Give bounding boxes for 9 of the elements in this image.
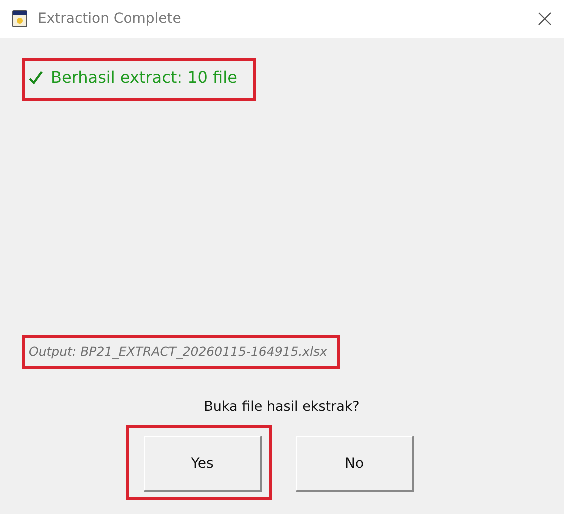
dialog-button[interactable]: Yes [144,436,262,492]
question-text: Buka file hasil ekstrak? [204,399,360,415]
success-message: Berhasil extract: 10 file [51,68,238,87]
check-icon [29,70,43,84]
output-filename: Output: BP21_EXTRACT_20260115-164915.xlsx [29,344,328,359]
app-icon [12,10,28,28]
close-icon[interactable] [538,12,552,26]
window-title: Extraction Complete [38,11,182,27]
dialog-button[interactable]: No [296,436,414,492]
